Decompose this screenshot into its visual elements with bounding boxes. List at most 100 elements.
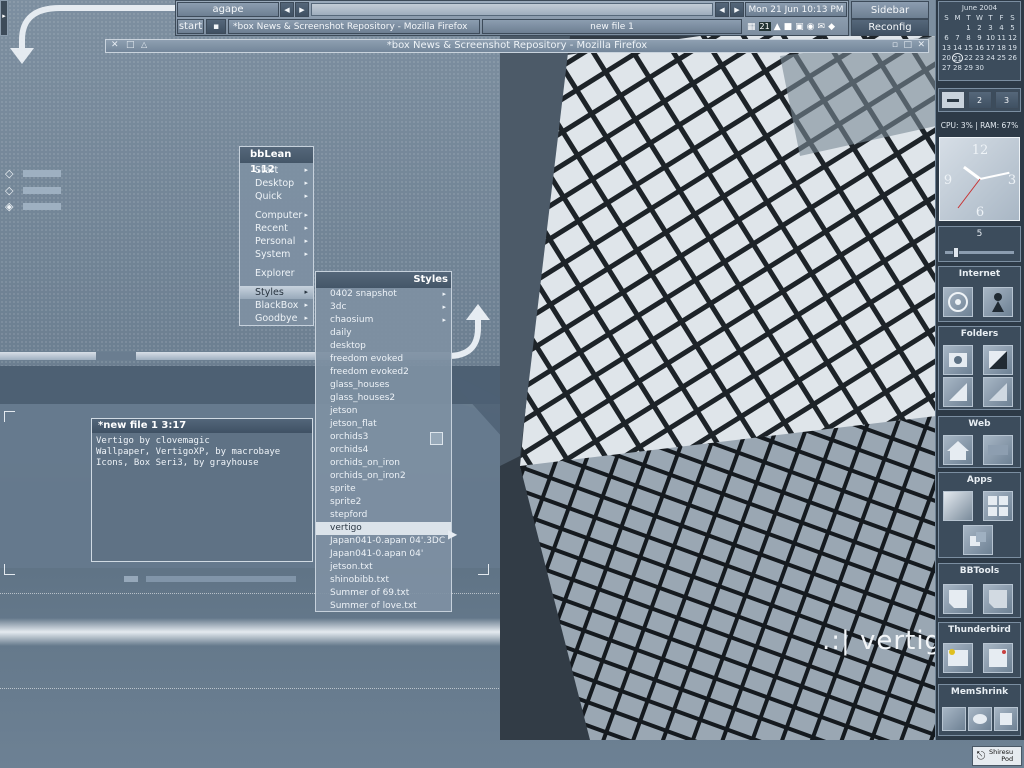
workspace-button-2[interactable]: 2 xyxy=(967,91,992,109)
calendar-day[interactable]: 19 xyxy=(1007,43,1018,53)
shield-tray-icon[interactable]: ◆ xyxy=(828,22,835,32)
menu-item-system[interactable]: System xyxy=(240,248,313,261)
calendar-day[interactable]: 13 xyxy=(941,43,952,53)
menu-item-start[interactable]: Start xyxy=(240,164,313,177)
calendar-day[interactable] xyxy=(941,23,952,33)
style-item[interactable]: orchids_on_iron xyxy=(316,457,451,470)
window-minimize-icon[interactable]: ▫ xyxy=(892,40,898,50)
calendar-day[interactable]: 10 xyxy=(985,33,996,43)
sidebar-button[interactable]: Sidebar xyxy=(851,1,929,19)
prev-window-button[interactable]: ◀ xyxy=(715,2,729,17)
calendar-day[interactable]: 16 xyxy=(974,43,985,53)
toolbar-collapse-tab[interactable]: ▸ xyxy=(0,0,8,36)
style-item[interactable]: orchids_on_iron2 xyxy=(316,470,451,483)
menu-item-computer[interactable]: Computer xyxy=(240,209,313,222)
calendar-day[interactable] xyxy=(985,63,996,73)
menu-item-styles[interactable]: Styles xyxy=(240,286,313,299)
menu-item-explorer[interactable]: Explorer xyxy=(240,267,313,280)
menu-item-recent[interactable]: Recent xyxy=(240,222,313,235)
desktop-shortcut[interactable]: ◇ xyxy=(5,167,65,180)
browser-icon[interactable] xyxy=(943,287,973,317)
volume-slider-thumb[interactable] xyxy=(952,247,959,258)
media-tray-icon[interactable]: ◉ xyxy=(807,22,815,32)
menu-item-goodbye[interactable]: Goodbye xyxy=(240,312,313,325)
window-close-right-icon[interactable]: ✕ xyxy=(917,40,925,50)
workspace-button-1[interactable] xyxy=(940,91,965,109)
task-window-icon[interactable]: ▪ xyxy=(206,19,226,34)
prev-workspace-button[interactable]: ◀ xyxy=(280,2,294,17)
start-button[interactable]: start xyxy=(177,19,204,34)
shiresu-pod-badge[interactable]: ⎋ Shiresu Pod xyxy=(972,746,1022,766)
bbtool-two-icon[interactable] xyxy=(983,584,1013,614)
memshrink-three-icon[interactable] xyxy=(994,707,1018,731)
style-item[interactable]: daily xyxy=(316,327,451,340)
calendar-day[interactable]: 3 xyxy=(985,23,996,33)
style-item[interactable]: Japan041-0.apan 04' xyxy=(316,548,451,561)
windows-app-icon[interactable] xyxy=(983,491,1013,521)
pictures-folder-icon[interactable] xyxy=(943,377,973,407)
calendar-widget[interactable]: June 2004 S M T W T F S 1 2 3 4 5 6 7 8 9 10 11 12 13 14 15 16… xyxy=(938,1,1021,81)
taskbar-task-firefox[interactable]: *box News & Screenshot Repository - Mozi… xyxy=(228,19,480,34)
calendar-day[interactable]: 11 xyxy=(996,33,1007,43)
editor-text-area[interactable]: Vertigo by clovemagic Wallpaper, VertigoX… xyxy=(92,433,312,472)
memshrink-one-icon[interactable] xyxy=(942,707,966,731)
style-item[interactable]: glass_houses xyxy=(316,379,451,392)
calendar-day[interactable]: 14 xyxy=(952,43,963,53)
thunderbird-compose-icon[interactable] xyxy=(983,643,1013,673)
bbtool-one-icon[interactable] xyxy=(943,584,973,614)
calendar-day[interactable]: 18 xyxy=(996,43,1007,53)
calendar-day[interactable]: 23 xyxy=(974,53,985,63)
calendar-day[interactable]: 24 xyxy=(985,53,996,63)
calendar-day[interactable]: 26 xyxy=(1007,53,1018,63)
workspace-button-3[interactable]: 3 xyxy=(994,91,1019,109)
home-page-icon[interactable] xyxy=(943,435,973,465)
mail-client-icon[interactable] xyxy=(983,287,1013,317)
style-item[interactable]: Summer of love.txt xyxy=(316,600,451,613)
window-maximize-icon[interactable]: □ xyxy=(903,40,912,50)
style-item[interactable]: sprite2 xyxy=(316,496,451,509)
style-item[interactable]: glass_houses2 xyxy=(316,392,451,405)
calendar-day[interactable]: 15 xyxy=(963,43,974,53)
style-item[interactable]: Japan041-0.apan 04'.3DC xyxy=(316,535,451,548)
menu-item-quick[interactable]: Quick xyxy=(240,190,313,203)
style-item[interactable]: vertigo xyxy=(316,522,451,535)
style-item[interactable]: jetson xyxy=(316,405,451,418)
style-item[interactable]: chaosium xyxy=(316,314,451,327)
style-item[interactable]: shinobibb.txt xyxy=(316,574,451,587)
styles-scrollbar[interactable] xyxy=(430,432,443,445)
calendar-day[interactable]: 6 xyxy=(941,33,952,43)
calendar-day[interactable]: 20 xyxy=(941,53,952,63)
workspace-label[interactable]: agape xyxy=(177,2,279,17)
style-item[interactable]: orchids4 xyxy=(316,444,451,457)
calendar-day[interactable]: 9 xyxy=(974,33,985,43)
calendar-day[interactable]: 28 xyxy=(952,63,963,73)
calendar-day[interactable] xyxy=(996,63,1007,73)
style-item[interactable]: stepford xyxy=(316,509,451,522)
thunderbird-inbox-icon[interactable] xyxy=(943,643,973,673)
calendar-day[interactable]: 2 xyxy=(974,23,985,33)
menu-item-blackbox[interactable]: BlackBox xyxy=(240,299,313,312)
monitor-tray-icon[interactable]: ▣ xyxy=(795,22,804,32)
calendar-day[interactable]: 1 xyxy=(963,23,974,33)
network-tray-icon[interactable]: ▲ xyxy=(774,22,781,32)
menu-item-desktop[interactable]: Desktop xyxy=(240,177,313,190)
next-workspace-button[interactable]: ▶ xyxy=(295,2,309,17)
calendar-tray-icon[interactable]: ▦ xyxy=(747,22,756,32)
web-editor-icon[interactable] xyxy=(983,435,1013,465)
style-item[interactable]: jetson_flat xyxy=(316,418,451,431)
calendar-day[interactable]: 25 xyxy=(996,53,1007,63)
style-item[interactable]: sprite xyxy=(316,483,451,496)
text-editor-window[interactable]: *new file 1 3:17 Vertigo by clovemagic Wa… xyxy=(91,418,313,562)
camera-folder-icon[interactable] xyxy=(943,345,973,375)
firefox-window-titlebar[interactable]: ✕ □ △ *box News & Screenshot Repository … xyxy=(105,39,929,53)
photo-app-icon[interactable] xyxy=(943,491,973,521)
menu-item-personal[interactable]: Personal xyxy=(240,235,313,248)
next-window-button[interactable]: ▶ xyxy=(730,2,744,17)
calendar-day[interactable]: 29 xyxy=(963,63,974,73)
taskbar-task-editor[interactable]: new file 1 xyxy=(482,19,742,34)
utility-app-icon[interactable] xyxy=(963,525,993,555)
calendar-day[interactable]: 30 xyxy=(974,63,985,73)
desktop-shortcut[interactable]: ◇ xyxy=(5,184,65,197)
calendar-day[interactable]: 22 xyxy=(963,53,974,63)
speaker-tray-icon[interactable]: ■ xyxy=(784,22,793,32)
